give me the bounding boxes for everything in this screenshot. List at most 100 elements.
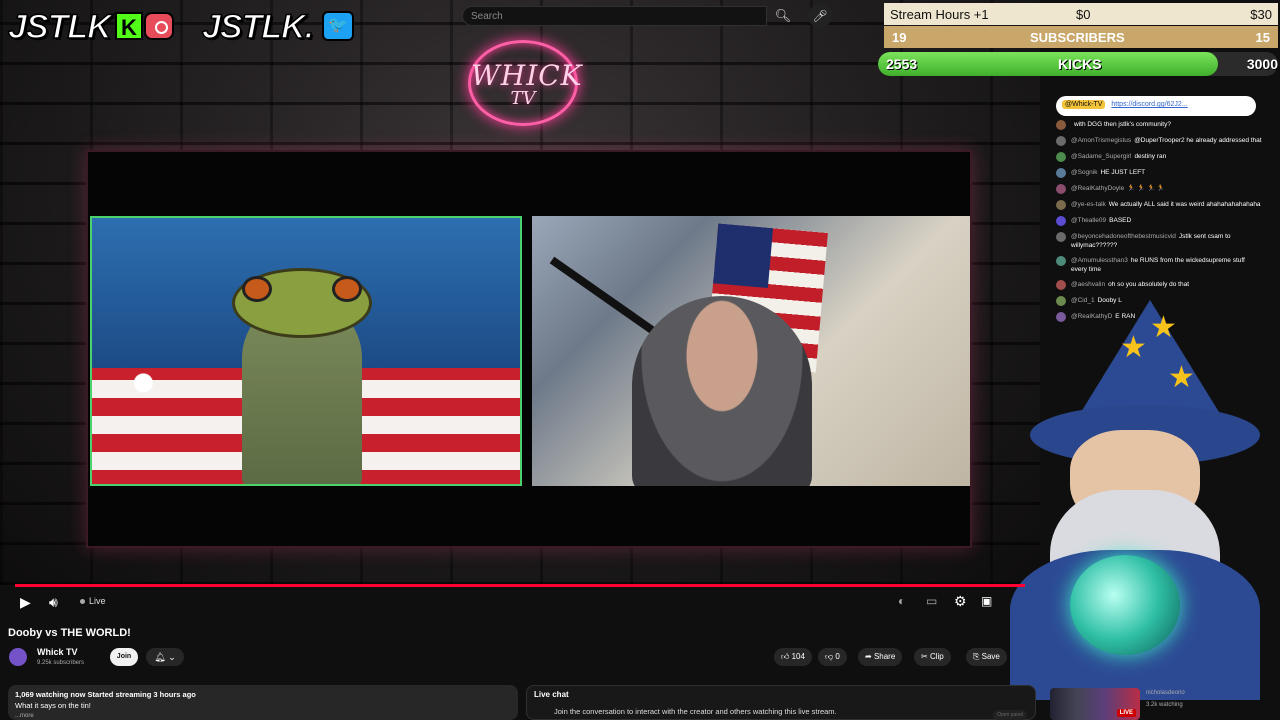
- chat-message: @ye-es-talk We actually ALL said it was w…: [1056, 200, 1262, 210]
- chat-text: destiny ran: [1134, 153, 1167, 160]
- chat-message: @Amumulessthan3 he RUNS from the wickedsu…: [1056, 256, 1262, 274]
- stream-video[interactable]: JSTLK K JSTLK. 🐦 WHICK TV: [0, 0, 1040, 585]
- chat-message-list: with DGG then jstlk's community? @AmonTri…: [1056, 120, 1262, 328]
- chat-message-body: @Amumulessthan3 he RUNS from the wickedsu…: [1071, 256, 1262, 274]
- chat-text: 🏃 🏃 🏃 🏃: [1127, 185, 1166, 192]
- chat-message: @Sognik HE JUST LEFT: [1056, 168, 1262, 178]
- more-link[interactable]: ...more: [15, 711, 511, 720]
- chat-username[interactable]: @beyoncehadoneofthebestmusicvid: [1071, 233, 1176, 240]
- chat-avatar[interactable]: [1056, 232, 1066, 242]
- open-panel-button[interactable]: Open panel: [993, 710, 1027, 720]
- search-input[interactable]: Search: [462, 6, 767, 26]
- chat-username[interactable]: @Amumulessthan3: [1071, 257, 1128, 264]
- description-text: What it says on the tin!: [15, 701, 91, 710]
- chat-message: @aeshvalin oh so you absolutely do that: [1056, 280, 1262, 290]
- save-button[interactable]: ⎘ Save: [966, 648, 1007, 666]
- live-chat-header: Live chat: [534, 690, 569, 699]
- chat-username[interactable]: @AmonTrismegistus: [1071, 137, 1131, 144]
- chat-username[interactable]: @ye-es-talk: [1071, 201, 1106, 208]
- join-button[interactable]: Join: [110, 648, 138, 666]
- chat-message-body: with DGG then jstlk's community?: [1071, 120, 1171, 130]
- chat-text: with DGG then jstlk's community?: [1074, 121, 1171, 128]
- description-box[interactable]: 1,069 watching now Started streaming 3 h…: [8, 685, 518, 720]
- recommended-thumbnail[interactable]: LIVE: [1050, 688, 1140, 720]
- chat-message: with DGG then jstlk's community?: [1056, 120, 1262, 130]
- channel-avatar[interactable]: [9, 648, 27, 666]
- star-icon: ★: [1150, 311, 1177, 344]
- pinned-message[interactable]: @Whick-TV https://discord.gg/62J2...: [1056, 96, 1256, 116]
- share-button[interactable]: ➦ Share: [858, 648, 903, 666]
- chat-message-body: @RealKathyDoyle 🏃 🏃 🏃 🏃: [1071, 184, 1165, 194]
- stream-hours-goal: Stream Hours +1 $0 $30: [884, 3, 1278, 25]
- chat-avatar[interactable]: [1056, 120, 1066, 130]
- record-icon: [144, 12, 174, 40]
- autoplay-toggle-icon[interactable]: ◐: [898, 594, 905, 608]
- chat-message-body: @Sadame_Supergirl destiny ran: [1071, 152, 1166, 162]
- chat-message-body: @aeshvalin oh so you absolutely do that: [1071, 280, 1189, 290]
- chat-message: @Thealle09 BASED: [1056, 216, 1262, 226]
- volume-icon[interactable]: 🔊︎: [49, 594, 58, 611]
- chat-avatar[interactable]: [1056, 184, 1066, 194]
- subtitles-icon[interactable]: ▭: [926, 594, 937, 608]
- camera-frame: [86, 150, 972, 548]
- chat-avatar[interactable]: [1056, 280, 1066, 290]
- chat-username[interactable]: @Sadame_Supergirl: [1071, 153, 1131, 160]
- star-icon: ★: [1120, 331, 1147, 364]
- live-indicator[interactable]: Live: [80, 596, 106, 606]
- play-icon[interactable]: ▶: [20, 594, 31, 611]
- chat-text: oh so you absolutely do that: [1108, 281, 1190, 288]
- chat-username[interactable]: @Sognik: [1071, 169, 1097, 176]
- chat-username[interactable]: @aeshvalin: [1071, 281, 1105, 288]
- chat-text: We actually ALL said it was weird ahahah…: [1108, 201, 1261, 208]
- chat-message: @beyoncehadoneofthebestmusicvid Jstlk sen…: [1056, 232, 1262, 250]
- chat-message: @RealKathyDoyle 🏃 🏃 🏃 🏃: [1056, 184, 1262, 194]
- chat-avatar[interactable]: [1056, 200, 1066, 210]
- live-badge: LIVE: [1116, 709, 1136, 717]
- chat-avatar[interactable]: [1056, 152, 1066, 162]
- host-camera: [532, 216, 970, 486]
- chat-avatar[interactable]: [1056, 216, 1066, 226]
- live-progress-bar[interactable]: [15, 584, 1025, 587]
- chat-message-body: @beyoncehadoneofthebestmusicvid Jstlk sen…: [1071, 232, 1262, 250]
- chat-avatar[interactable]: [1056, 256, 1066, 266]
- chat-message-body: @ye-es-talk We actually ALL said it was w…: [1071, 200, 1261, 210]
- player-controls: ▶ 🔊︎ Live ◐ ▭ ⚙ ▣: [0, 590, 1040, 616]
- live-chat-join-text: Join the conversation to interact with t…: [554, 707, 837, 716]
- settings-gear-icon[interactable]: ⚙: [954, 593, 967, 610]
- wizard-mascot: ★ ★ ★: [1010, 300, 1260, 700]
- search-icon[interactable]: 🔍︎: [768, 6, 798, 26]
- frog-eye: [332, 276, 362, 302]
- channel-name[interactable]: Whick TV: [37, 647, 78, 657]
- crystal-ball: [1070, 555, 1180, 655]
- chat-message-body: @Thealle09 BASED: [1071, 216, 1131, 226]
- subscribers-goal: 19 SUBSCRIBERS 15: [884, 26, 1278, 48]
- chat-text: BASED: [1109, 217, 1132, 224]
- chat-message-body: @Sognik HE JUST LEFT: [1071, 168, 1145, 178]
- youtube-watch-page: { "overlay": { "logo_left_text": "JSTLK"…: [0, 0, 1280, 720]
- chat-avatar[interactable]: [1056, 136, 1066, 146]
- chat-text: @DuperTrooper2 he already addressed that: [1134, 137, 1262, 144]
- chat-avatar[interactable]: [1056, 168, 1066, 178]
- jstlk-twitter-logo: JSTLK.: [201, 7, 315, 47]
- chat-username[interactable]: @RealKathyDoyle: [1071, 185, 1124, 192]
- recommended-channel: nicholasdeorio: [1146, 690, 1185, 696]
- star-icon: ★: [1168, 361, 1195, 394]
- frog-camera: [90, 216, 522, 486]
- like-button[interactable]: 👍︎ 104: [774, 648, 812, 666]
- kicks-goal-bar: 2553 KICKS 3000: [878, 52, 1278, 76]
- clip-button[interactable]: ✂ Clip: [914, 648, 951, 666]
- dislike-button[interactable]: 👎︎ 0: [818, 648, 847, 666]
- recommended-live-item[interactable]: LIVE nicholasdeorio 3.2k watching: [1050, 688, 1280, 720]
- chat-message-body: @AmonTrismegistus @DuperTrooper2 he alrea…: [1071, 136, 1262, 146]
- twitter-bird-icon: 🐦: [322, 11, 354, 41]
- kick-icon: K: [115, 12, 143, 40]
- miniplayer-icon[interactable]: ▣: [981, 594, 992, 608]
- chat-message: @Sadame_Supergirl destiny ran: [1056, 152, 1262, 162]
- frog-eye: [242, 276, 272, 302]
- video-title: Dooby vs THE WORLD!: [8, 627, 131, 639]
- notification-bell-icon[interactable]: 🔔︎ ⌄: [146, 648, 184, 666]
- chat-username[interactable]: @Thealle09: [1071, 217, 1106, 224]
- jstlk-kick-logo: JSTLK: [7, 7, 112, 47]
- microphone-icon[interactable]: 🎤︎: [808, 4, 832, 28]
- live-chat-box[interactable]: Live chat Join the conversation to inter…: [526, 685, 1036, 720]
